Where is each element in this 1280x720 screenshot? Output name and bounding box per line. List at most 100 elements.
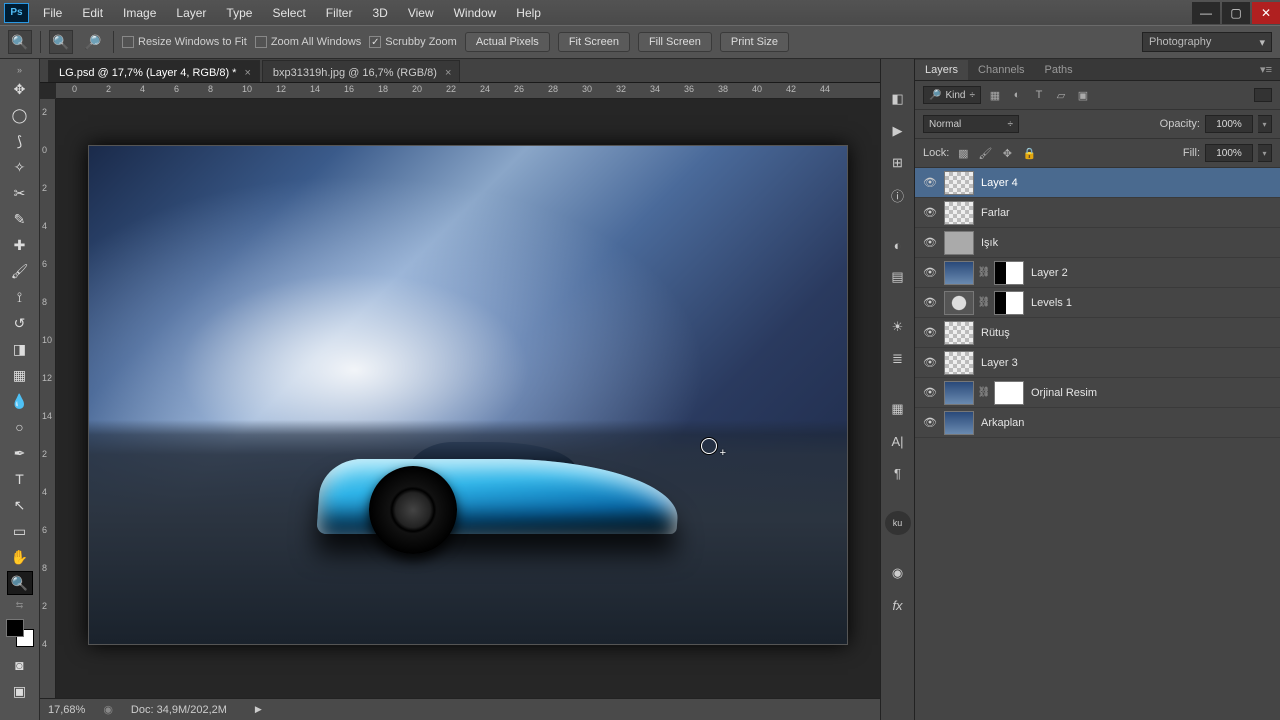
canvas[interactable] xyxy=(56,99,880,698)
crop-tool[interactable]: ✂ xyxy=(7,181,33,205)
color-panel-icon[interactable]: ◐ xyxy=(885,233,911,257)
menu-filter[interactable]: Filter xyxy=(318,2,361,24)
type-tool[interactable]: T xyxy=(7,467,33,491)
close-button[interactable]: ✕ xyxy=(1252,2,1280,24)
zoom-all-checkbox[interactable]: Zoom All Windows xyxy=(255,36,361,48)
visibility-icon[interactable]: 👁 xyxy=(919,386,941,399)
shape-tool[interactable]: ▭ xyxy=(7,519,33,543)
close-tab-icon[interactable]: × xyxy=(445,67,451,79)
panel-menu-icon[interactable]: ▾≡ xyxy=(1252,59,1280,80)
visibility-icon[interactable]: 👁 xyxy=(919,356,941,369)
layer-thumb[interactable] xyxy=(944,321,974,345)
kuler-panel-icon[interactable]: ku xyxy=(885,511,911,535)
layer-name[interactable]: Layer 3 xyxy=(981,357,1018,369)
wand-tool[interactable]: ✧ xyxy=(7,155,33,179)
nav-panel-icon[interactable]: ▦ xyxy=(885,397,911,421)
fx-panel-icon[interactable]: fx xyxy=(885,593,911,617)
layer-thumb[interactable] xyxy=(944,411,974,435)
stamp-tool[interactable]: ⟟ xyxy=(7,285,33,309)
menu-window[interactable]: Window xyxy=(446,2,505,24)
marquee-tool[interactable]: ◯ xyxy=(7,103,33,127)
properties-panel-icon[interactable]: ▤ xyxy=(885,265,911,289)
mask-thumb[interactable] xyxy=(994,381,1024,405)
dodge-tool[interactable]: ○ xyxy=(7,415,33,439)
layer-row[interactable]: 👁Rütuş xyxy=(915,318,1280,348)
tab-channels[interactable]: Channels xyxy=(968,60,1034,80)
maximize-button[interactable]: ▢ xyxy=(1222,2,1250,24)
print-size-button[interactable]: Print Size xyxy=(720,32,789,52)
para-panel-icon[interactable]: ¶ xyxy=(885,461,911,485)
menu-file[interactable]: File xyxy=(35,2,70,24)
char-panel-icon[interactable]: A| xyxy=(885,429,911,453)
layer-name[interactable]: Layer 2 xyxy=(1031,267,1068,279)
layer-thumb[interactable] xyxy=(944,291,974,315)
tab-paths[interactable]: Paths xyxy=(1035,60,1083,80)
document-tab[interactable]: bxp31319h.jpg @ 16,7% (RGB/8)× xyxy=(262,60,460,82)
fill-drop-icon[interactable]: ▾ xyxy=(1258,144,1272,162)
filter-kind-select[interactable]: 🔎Kind÷ xyxy=(923,86,981,104)
visibility-icon[interactable]: 👁 xyxy=(919,236,941,249)
layer-row[interactable]: 👁 Layer 3 xyxy=(915,348,1280,378)
layer-thumb[interactable] xyxy=(944,261,974,285)
layer-name[interactable]: Işık xyxy=(981,237,998,249)
layer-thumb[interactable] xyxy=(944,351,974,375)
lock-all-icon[interactable]: 🔒 xyxy=(1020,145,1038,161)
layer-row[interactable]: 👁⛓Layer 2 xyxy=(915,258,1280,288)
zoom-level[interactable]: 17,68% xyxy=(48,704,85,716)
layer-name[interactable]: Rütuş xyxy=(981,327,1010,339)
layer-row[interactable]: 👁⛓Levels 1 xyxy=(915,288,1280,318)
quickmask-icon[interactable]: ◙ xyxy=(7,653,33,677)
zoom-out-icon[interactable]: 🔎 xyxy=(81,30,105,54)
filter-toggle[interactable] xyxy=(1254,88,1272,102)
menu-help[interactable]: Help xyxy=(508,2,549,24)
layer-row[interactable]: 👁 Işık xyxy=(915,228,1280,258)
menu-image[interactable]: Image xyxy=(115,2,164,24)
visibility-icon[interactable]: 👁 xyxy=(919,176,941,189)
layer-thumb[interactable] xyxy=(944,231,974,255)
menu-edit[interactable]: Edit xyxy=(74,2,111,24)
mask-thumb[interactable] xyxy=(994,291,1024,315)
layer-name[interactable]: Orjinal Resim xyxy=(1031,387,1097,399)
layer-name[interactable]: Layer 4 xyxy=(981,177,1018,189)
resize-windows-checkbox[interactable]: Resize Windows to Fit xyxy=(122,36,247,48)
actions-panel-icon[interactable]: ▶ xyxy=(885,119,911,143)
styles-panel-icon[interactable]: ≣ xyxy=(885,347,911,371)
hand-tool[interactable]: ✋ xyxy=(7,545,33,569)
visibility-icon[interactable]: 👁 xyxy=(919,296,941,309)
status-icon[interactable]: ◉ xyxy=(103,703,113,716)
blur-tool[interactable]: 💧 xyxy=(7,389,33,413)
layer-row[interactable]: 👁 Layer 4 xyxy=(915,168,1280,198)
lock-pos-icon[interactable]: ✥ xyxy=(998,145,1016,161)
gradient-tool[interactable]: ▦ xyxy=(7,363,33,387)
layer-thumb[interactable] xyxy=(944,171,974,195)
eyedropper-tool[interactable]: ✎ xyxy=(7,207,33,231)
opacity-input[interactable]: 100% xyxy=(1205,115,1253,133)
layer-name[interactable]: Levels 1 xyxy=(1031,297,1072,309)
path-tool[interactable]: ↖ xyxy=(7,493,33,517)
layer-thumb[interactable] xyxy=(944,201,974,225)
zoom-in-icon[interactable]: 🔍 xyxy=(49,30,73,54)
menu-layer[interactable]: Layer xyxy=(168,2,214,24)
layer-name[interactable]: Farlar xyxy=(981,207,1010,219)
visibility-icon[interactable]: 👁 xyxy=(919,266,941,279)
blend-mode-select[interactable]: Normal÷ xyxy=(923,115,1019,133)
layer-thumb[interactable] xyxy=(944,381,974,405)
healing-tool[interactable]: ✚ xyxy=(7,233,33,257)
color-swatch[interactable] xyxy=(6,619,34,647)
adjustments-panel-icon[interactable]: ☀ xyxy=(885,315,911,339)
brush-tool[interactable]: 🖌 xyxy=(7,259,33,283)
zoom-tool[interactable]: 🔍 xyxy=(7,571,33,595)
scrubby-zoom-checkbox[interactable]: ✓Scrubby Zoom xyxy=(369,36,457,48)
pen-tool[interactable]: ✒ xyxy=(7,441,33,465)
fill-screen-button[interactable]: Fill Screen xyxy=(638,32,712,52)
menu-3d[interactable]: 3D xyxy=(364,2,395,24)
lasso-tool[interactable]: ⟆ xyxy=(7,129,33,153)
tab-layers[interactable]: Layers xyxy=(915,60,968,80)
history-brush-tool[interactable]: ↺ xyxy=(7,311,33,335)
document-tab[interactable]: LG.psd @ 17,7% (Layer 4, RGB/8) *× xyxy=(48,60,260,82)
layer-row[interactable]: 👁Arkaplan xyxy=(915,408,1280,438)
eraser-tool[interactable]: ◨ xyxy=(7,337,33,361)
layer-name[interactable]: Arkaplan xyxy=(981,417,1024,429)
layer-row[interactable]: 👁Farlar xyxy=(915,198,1280,228)
history-panel-icon[interactable]: ◧ xyxy=(885,87,911,111)
